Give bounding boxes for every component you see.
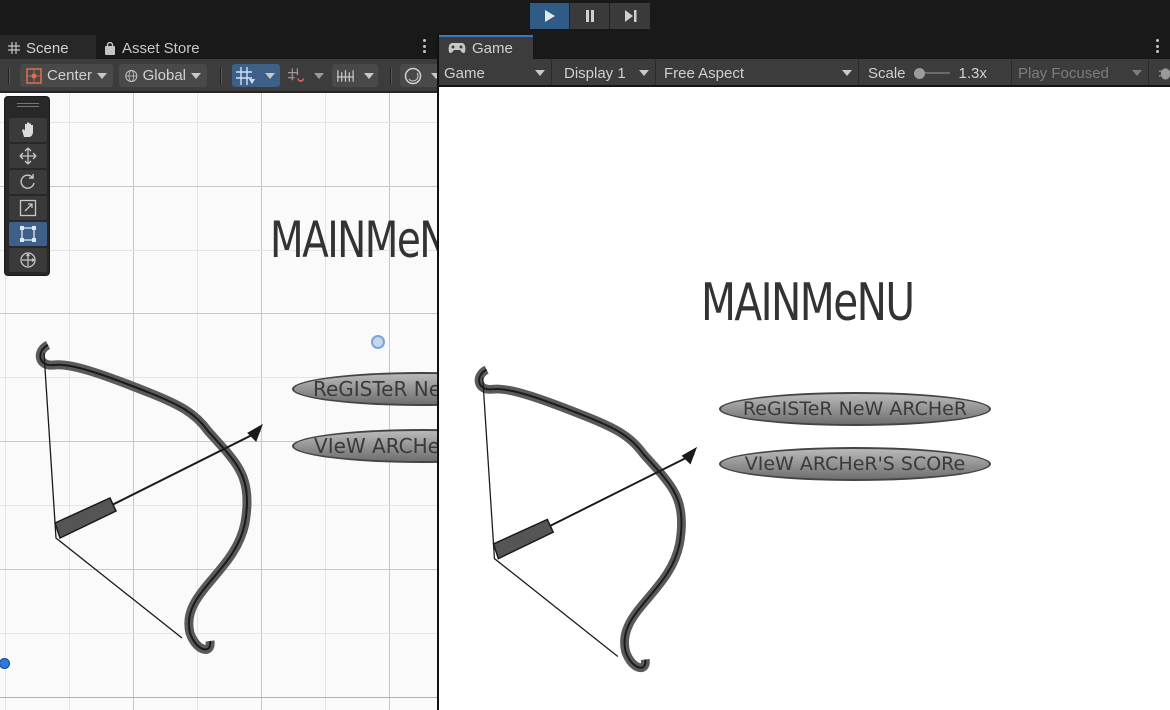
game-bow-arrow-image: [474, 365, 698, 673]
play-controls: [530, 3, 650, 29]
grid-line: [0, 697, 437, 698]
game-viewport[interactable]: MAINMeNU ReGISTeR NeW ARCHeR VIeW ARCHeR…: [439, 87, 1170, 710]
rotate-icon: [20, 174, 35, 189]
tab-scene[interactable]: Scene: [0, 35, 96, 59]
aspect-dropdown[interactable]: Free Aspect: [659, 59, 859, 85]
view-tool-button[interactable]: [9, 118, 47, 142]
view-archer-score-button[interactable]: VIeW ARCHeR'S SCORe: [719, 447, 991, 481]
game-main-menu-title: MAINMeNU: [701, 273, 915, 333]
snap-increment-icon: [288, 67, 305, 82]
canvas-origin-handle[interactable]: [0, 658, 10, 669]
scale-value: 1.3x: [958, 64, 987, 82]
tab-asset-store-label: Asset Store: [122, 39, 200, 57]
scene-menu-icon[interactable]: [423, 39, 427, 53]
pause-button[interactable]: [570, 3, 610, 29]
display-dropdown[interactable]: Display 1: [559, 59, 656, 85]
step-icon: [624, 10, 636, 22]
view-archer-score-label: VIeW ARCHeR'S SCORe: [744, 453, 966, 475]
grid-line: [0, 313, 437, 314]
play-toolbar: [0, 0, 1170, 35]
play-focused-dropdown[interactable]: Play Focused: [1013, 59, 1149, 85]
game-menu-icon[interactable]: [1156, 39, 1160, 53]
gamepad-icon: [448, 43, 466, 54]
register-archer-label: ReGISTeR NeW ARCHeR: [742, 398, 968, 420]
pivot-handle[interactable]: [371, 335, 385, 349]
scale-slider[interactable]: [913, 68, 950, 79]
grid-line: [0, 122, 437, 123]
chevron-down-icon: [639, 70, 649, 76]
pivot-mode-label: Center: [46, 67, 92, 84]
tab-game-label: Game: [472, 39, 513, 57]
pause-icon: [585, 10, 594, 22]
handle-rotation-label: Global: [142, 67, 186, 84]
chevron-down-icon: [97, 72, 107, 79]
scene-tabstrip: Scene Asset Store: [0, 35, 437, 59]
chevron-down-icon: [191, 72, 201, 79]
toolbar-separator: [390, 67, 392, 85]
register-archer-button[interactable]: ReGISTeR NeW ARCHeR: [719, 392, 991, 426]
display-label: Display 1: [564, 64, 626, 82]
ruler-icon: [336, 69, 355, 82]
tab-asset-store[interactable]: Asset Store: [96, 35, 216, 59]
scene-view-score-label: VIeW ARCHe: [314, 434, 437, 458]
pivot-mode-dropdown[interactable]: Center: [20, 64, 113, 87]
scale-label: Scale: [868, 64, 906, 82]
scene-viewport[interactable]: MAINMeNU ReGISTeR Ne VIeW ARCHe: [0, 93, 437, 710]
scale-slider-thumb[interactable]: [913, 68, 925, 79]
toolbar-separator: [220, 67, 222, 85]
draw-mode-dropdown[interactable]: [400, 64, 437, 87]
transform-tool-button[interactable]: [9, 248, 47, 272]
chevron-down-icon: [265, 72, 275, 79]
drag-handle[interactable]: [17, 103, 39, 107]
game-tabstrip: Game: [439, 35, 1170, 59]
scene-register-label: ReGISTeR Ne: [312, 377, 437, 401]
game-view-label: Game: [444, 64, 485, 82]
play-icon: [544, 10, 555, 22]
tab-scene-label: Scene: [26, 39, 69, 57]
move-tool-button[interactable]: [9, 144, 47, 168]
grid-line: [0, 186, 437, 187]
rect-transform-icon: [20, 226, 36, 242]
scene-view-score-button[interactable]: VIeW ARCHe: [292, 429, 437, 463]
bug-icon: [1158, 68, 1170, 80]
increment-snapping-toggle[interactable]: [284, 64, 328, 87]
chevron-down-icon: [314, 72, 324, 79]
grid-icon: [8, 42, 20, 54]
game-view-dropdown[interactable]: Game: [439, 59, 552, 85]
tools-overlay: [4, 96, 50, 276]
tab-game[interactable]: Game: [439, 35, 533, 59]
scene-panel: Scene Asset Store Center Global MAINMe R…: [0, 35, 437, 710]
rotate-tool-button[interactable]: [9, 170, 47, 194]
pivot-icon: [26, 67, 42, 84]
scene-main-menu-title: MAINMeNU: [270, 211, 437, 269]
chevron-down-icon: [842, 70, 852, 76]
shading-sphere-icon: [404, 67, 422, 84]
move-icon: [19, 147, 37, 165]
transform-icon: [20, 252, 36, 268]
aspect-label: Free Aspect: [664, 64, 745, 82]
grid-snapping-toggle[interactable]: [232, 64, 280, 87]
hand-icon: [22, 122, 33, 137]
align-snap-dropdown[interactable]: [332, 64, 378, 87]
scene-toolbar: Center Global: [0, 59, 437, 92]
bag-icon: [105, 41, 115, 55]
scale-tool-button[interactable]: [9, 196, 47, 220]
rect-tool-button[interactable]: [9, 222, 47, 246]
chevron-down-icon: [364, 72, 374, 79]
scale-icon: [19, 199, 37, 217]
handle-rotation-dropdown[interactable]: Global: [119, 64, 207, 87]
scale-control: Scale 1.3x: [863, 59, 1012, 85]
grid-snap-icon: [236, 66, 255, 85]
chevron-down-icon: [535, 70, 545, 76]
game-panel: Game Game Display 1 Free Aspect Scale 1.…: [439, 35, 1170, 710]
toolbar-separator: [8, 67, 10, 85]
play-focused-label: Play Focused: [1018, 64, 1109, 82]
bug-toggle[interactable]: [1153, 59, 1170, 85]
game-toolbar: Game Display 1 Free Aspect Scale 1.3x Pl…: [439, 59, 1170, 87]
globe-icon: [125, 69, 138, 82]
chevron-down-icon: [1132, 70, 1142, 76]
play-button[interactable]: [530, 3, 570, 29]
scene-bow-arrow-image: [35, 340, 263, 654]
step-button[interactable]: [610, 3, 650, 29]
